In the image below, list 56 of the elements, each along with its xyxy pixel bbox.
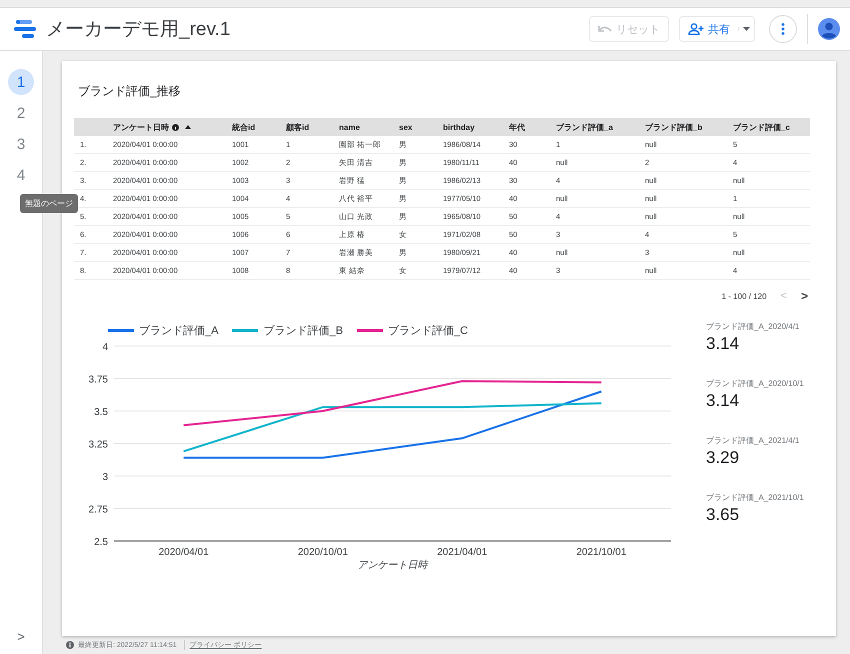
column-header[interactable]: 年代 (509, 122, 525, 132)
avatar-icon[interactable] (818, 18, 840, 40)
share-button[interactable]: 共有 (679, 16, 755, 42)
column-header[interactable]: ブランド評価_a (556, 122, 613, 132)
column-header[interactable]: 顧客id (286, 122, 310, 132)
info-icon (172, 124, 179, 130)
scorecard-label: ブランド評価_A_2021/4/1 (706, 435, 800, 446)
report-title: メーカーデモ用_rev.1 (46, 18, 232, 42)
page-tab[interactable]: 2 (8, 100, 34, 126)
legend-label: ブランド評価_B (263, 324, 343, 338)
x-tick-label: 2020/04/01 (158, 547, 209, 558)
legend-label: ブランド評価_A (139, 324, 218, 338)
scorecard-label: ブランド評価_A_2020/4/1 (706, 321, 800, 332)
more-button[interactable] (769, 15, 797, 43)
y-tick-label: 3.25 (88, 440, 108, 450)
more-icon (781, 23, 785, 35)
legend-swatch (232, 329, 258, 332)
page-tab[interactable]: 3 (8, 131, 34, 157)
scorecard-value: 3.29 (706, 448, 740, 468)
scorecard-value: 3.14 (706, 391, 740, 411)
y-tick-label: 2.5 (94, 537, 108, 548)
x-tick-label: 2020/10/01 (298, 547, 348, 558)
page-tab[interactable]: 4 (8, 162, 34, 188)
expand-button[interactable]: > (17, 629, 25, 644)
column-header[interactable]: ブランド評価_c (733, 122, 790, 132)
pagination-range: 1 - 100 / 120 (722, 292, 767, 300)
x-axis-title: アンケート日時 (358, 560, 428, 571)
column-header[interactable]: ブランド評価_b (645, 122, 702, 132)
y-tick-label: 2.75 (88, 504, 108, 516)
info-icon (66, 641, 74, 649)
sort-ascending-icon[interactable] (185, 125, 191, 129)
y-tick-label: 4 (102, 342, 108, 353)
y-tick-label: 3 (102, 472, 108, 483)
scorecard-label: ブランド評価_A_2020/10/1 (706, 378, 804, 389)
legend-swatch (356, 329, 383, 332)
column-header[interactable]: sex (399, 122, 412, 132)
y-tick-label: 3.5 (94, 407, 108, 418)
x-tick-label: 2021/10/01 (576, 547, 626, 558)
column-header[interactable]: birthday (443, 122, 475, 132)
scorecard-value: 3.14 (706, 334, 740, 354)
y-tick-label: 3.75 (88, 374, 108, 386)
undo-icon (598, 24, 612, 34)
caret-icon (743, 27, 750, 31)
column-header[interactable]: name (339, 122, 360, 132)
page-tooltip: 無題のページ (20, 194, 78, 213)
x-tick-label: 2021/04/01 (437, 547, 488, 558)
column-header[interactable]: 統合id (232, 122, 256, 132)
scorecard-value: 3.65 (706, 505, 740, 525)
logo-icon (14, 20, 36, 38)
column-header[interactable]: アンケート日時 (113, 122, 169, 132)
legend-swatch (108, 329, 134, 332)
scorecard-label: ブランド評価_A_2021/10/1 (706, 492, 804, 503)
table-title: ブランド評価_推移 (78, 83, 182, 100)
add-person-icon (688, 23, 704, 35)
legend-label: ブランド評価_C (388, 324, 468, 338)
next-page-button[interactable]: > (800, 289, 808, 303)
